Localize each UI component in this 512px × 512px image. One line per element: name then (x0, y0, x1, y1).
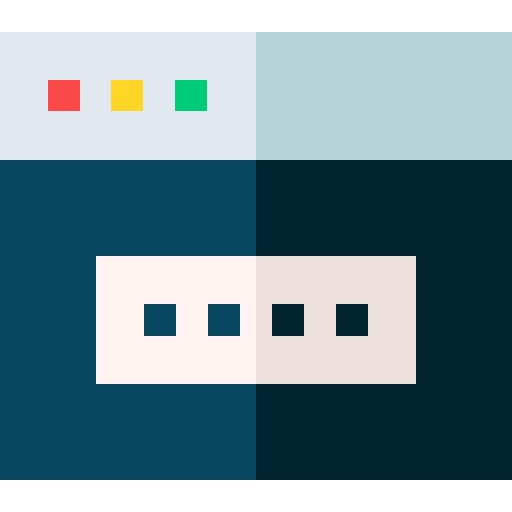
window-titlebar-right (256, 32, 512, 160)
password-mask-dot (336, 304, 368, 336)
minimize-window-icon (111, 80, 143, 111)
password-mask-dot (144, 304, 176, 336)
close-window-icon (48, 80, 80, 111)
password-mask-dot (208, 304, 240, 336)
maximize-window-icon (175, 80, 207, 111)
password-mask-dot (272, 304, 304, 336)
